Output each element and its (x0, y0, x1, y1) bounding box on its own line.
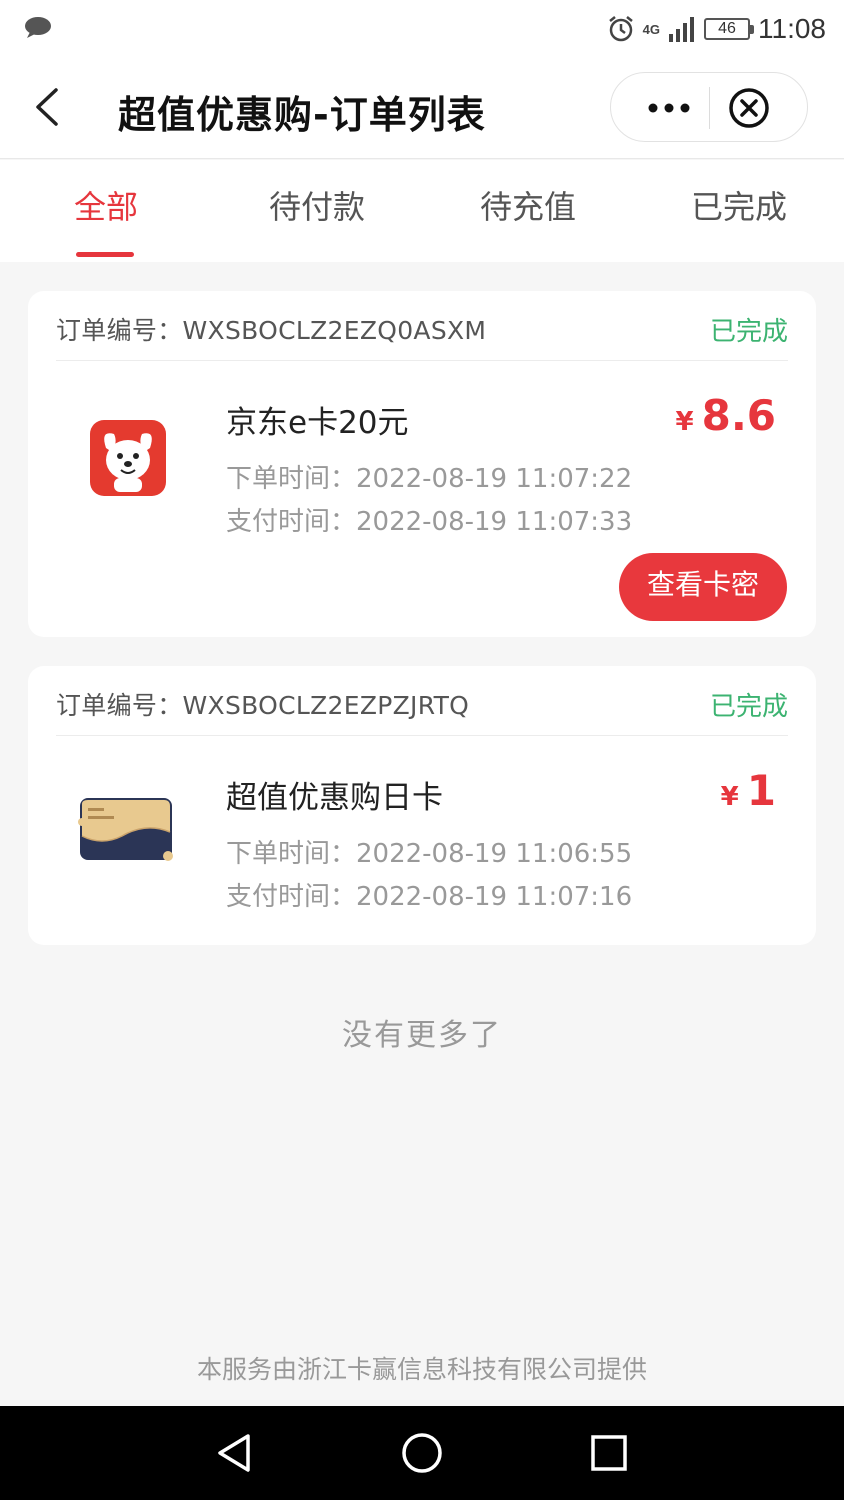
product-name: 超值优惠购日卡 (226, 780, 443, 816)
active-tab-indicator (76, 252, 134, 257)
tab-pending-payment[interactable]: 待付款 (237, 182, 397, 228)
pay-time: 支付时间：2022-08-19 11:07:33 (226, 507, 633, 537)
back-triangle-icon[interactable] (212, 1430, 258, 1476)
order-card-header: 订单编号：WXSBOCLZ2EZQ0ASXM 已完成 (56, 291, 788, 361)
status-time: 11:08 (758, 13, 826, 44)
battery-icon: 46 (704, 18, 754, 40)
order-card: 订单编号：WXSBOCLZ2EZQ0ASXM 已完成 京东e卡20元 ¥ 8.6… (28, 291, 816, 637)
status-bar: 4G 46 11:08 (0, 0, 844, 58)
service-provider-note: 本服务由浙江卡赢信息科技有限公司提供 (196, 1355, 647, 1384)
currency-symbol: ¥ (720, 782, 739, 812)
price-amount: 1 (746, 766, 776, 815)
back-chevron-icon[interactable] (28, 84, 68, 130)
signal-icon (669, 17, 694, 42)
order-status: 已完成 (709, 692, 788, 722)
network-type: 4G (642, 21, 660, 37)
tab-all[interactable]: 全部 (26, 182, 186, 228)
order-time: 下单时间：2022-08-19 11:07:22 (226, 464, 633, 494)
status-right: 4G 46 11:08 (607, 12, 826, 46)
mini-program-capsule (610, 72, 808, 142)
more-dots-icon[interactable] (647, 95, 691, 121)
pay-time: 支付时间：2022-08-19 11:07:16 (226, 882, 633, 912)
order-card: 订单编号：WXSBOCLZ2EZPZJRTQ 已完成 超值优惠购日卡 ¥ 1 下… (28, 666, 816, 945)
order-status: 已完成 (709, 317, 788, 347)
tab-completed[interactable]: 已完成 (659, 182, 819, 228)
alarm-icon (608, 16, 633, 42)
currency-symbol: ¥ (675, 407, 694, 437)
price-amount: 8.6 (701, 391, 776, 440)
jd-dog-icon (90, 420, 166, 496)
capsule-divider (709, 87, 710, 129)
chat-bubble-icon (25, 17, 51, 38)
home-circle-icon[interactable] (399, 1430, 445, 1476)
order-number: 订单编号：WXSBOCLZ2EZQ0ASXM (56, 316, 487, 345)
order-tabs: 全部 待付款 待充值 已完成 (0, 160, 844, 262)
page-title: 超值优惠购-订单列表 (118, 93, 486, 137)
view-card-secret-button[interactable]: 查看卡密 (619, 553, 787, 621)
order-price: ¥ 1 (721, 766, 776, 815)
android-nav-bar (0, 1406, 844, 1500)
nav-bar: 超值优惠购-订单列表 (0, 58, 844, 159)
order-card-header: 订单编号：WXSBOCLZ2EZPZJRTQ 已完成 (56, 666, 788, 736)
order-time: 下单时间：2022-08-19 11:06:55 (226, 839, 633, 869)
member-card-icon (78, 798, 173, 861)
order-price: ¥ 8.6 (676, 391, 777, 440)
product-name: 京东e卡20元 (226, 405, 409, 441)
recents-square-icon[interactable] (586, 1430, 632, 1476)
tab-pending-recharge[interactable]: 待充值 (448, 182, 608, 228)
close-circle-icon[interactable] (727, 86, 771, 130)
no-more-text: 没有更多了 (342, 1018, 502, 1053)
order-number: 订单编号：WXSBOCLZ2EZPZJRTQ (56, 691, 470, 720)
